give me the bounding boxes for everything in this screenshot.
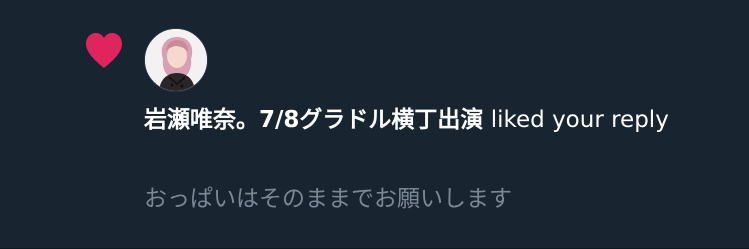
reply-preview[interactable]: おっぱいはそのままでお願いします [144,181,512,217]
like-notification[interactable]: 岩瀬唯奈。7/8グラドル横丁出演 liked your reply おっぱいはそ… [0,0,749,249]
avatar[interactable] [144,28,208,92]
action-text: liked your reply [490,107,669,133]
notification-message: 岩瀬唯奈。7/8グラドル横丁出演 liked your reply [144,103,704,138]
profile-photo [145,29,207,91]
actor-name[interactable]: 岩瀬唯奈。7/8グラドル横丁出演 [144,107,483,133]
heart-icon [86,33,122,68]
